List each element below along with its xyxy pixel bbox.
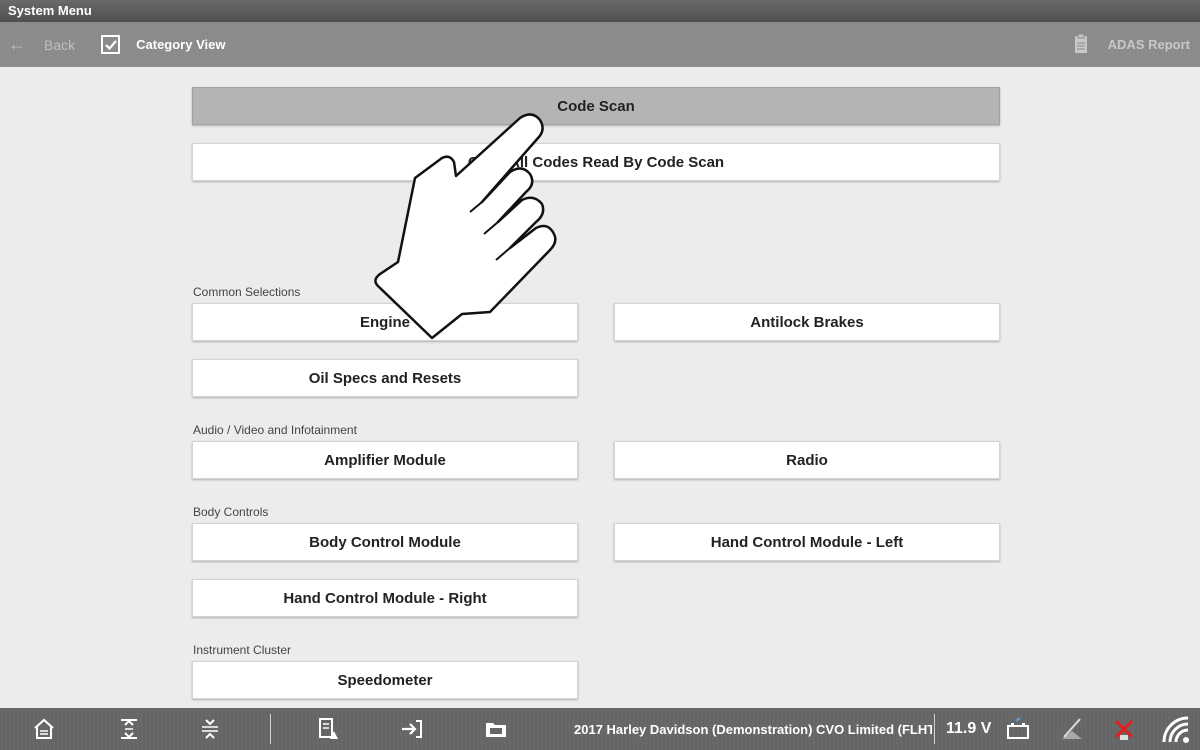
home-icon[interactable]: [32, 717, 56, 741]
adas-report-label: ADAS Report: [1107, 36, 1190, 52]
disconnect-icon[interactable]: [1112, 717, 1136, 741]
battery-icon: [1006, 717, 1030, 741]
speedometer-label: Speedometer: [337, 671, 433, 689]
section-label-audio: Audio / Video and Infotainment: [193, 423, 357, 437]
data-list-icon[interactable]: [316, 717, 340, 741]
engine-button[interactable]: Engine: [192, 303, 578, 341]
body-control-module-button[interactable]: Body Control Module: [192, 523, 578, 561]
body-control-module-label: Body Control Module: [309, 533, 461, 551]
vehicle-info: 2017 Harley Davidson (Demonstration) CVO…: [574, 722, 932, 737]
code-scan-button[interactable]: Code Scan: [192, 87, 1000, 125]
battery-voltage: 11.9 V: [946, 720, 992, 737]
collapse-all-icon[interactable]: [198, 717, 222, 741]
no-connection-icon: [1060, 717, 1084, 741]
clear-codes-label: Clear All Codes Read By Code Scan: [467, 153, 725, 171]
folder-icon[interactable]: [484, 717, 508, 741]
amplifier-module-label: Amplifier Module: [324, 451, 446, 469]
engine-label: Engine: [359, 313, 410, 331]
section-label-body: Body Controls: [193, 505, 269, 519]
hand-control-left-button[interactable]: Hand Control Module - Left: [614, 523, 1000, 561]
exit-icon[interactable]: [400, 717, 424, 741]
section-label-instrument: Instrument Cluster: [193, 643, 292, 657]
radio-button[interactable]: Radio: [614, 441, 1000, 479]
code-scan-label: Code Scan: [557, 97, 635, 115]
back-arrow-icon: ←: [8, 34, 26, 54]
toolbar: ← Back Category View ADAS Report: [0, 22, 1200, 67]
hand-control-right-label: Hand Control Module - Right: [283, 589, 487, 607]
toolbar-separator: [934, 714, 935, 744]
speedometer-button[interactable]: Speedometer: [192, 661, 578, 699]
category-view-toggle[interactable]: Category View: [101, 35, 225, 54]
report-document-icon: [1074, 34, 1087, 53]
radio-label: Radio: [786, 451, 828, 469]
clear-codes-button[interactable]: Clear All Codes Read By Code Scan: [192, 143, 1000, 181]
expand-all-icon[interactable]: [117, 717, 141, 741]
oil-specs-button[interactable]: Oil Specs and Resets: [192, 359, 578, 397]
bottom-bar: 2017 Harley Davidson (Demonstration) CVO…: [0, 708, 1200, 750]
window-title: System Menu: [8, 3, 92, 18]
amplifier-module-button[interactable]: Amplifier Module: [192, 441, 578, 479]
antilock-brakes-button[interactable]: Antilock Brakes: [614, 303, 1000, 341]
section-label-common: Common Selections: [193, 285, 301, 299]
hand-control-left-label: Hand Control Module - Left: [710, 533, 904, 551]
checkbox-checked-icon[interactable]: [101, 35, 121, 54]
back-label: Back: [44, 36, 76, 53]
category-view-label: Category View: [136, 37, 226, 52]
oil-specs-label: Oil Specs and Resets: [308, 369, 462, 387]
adas-report-button[interactable]: ADAS Report: [1074, 34, 1190, 54]
title-bar: System Menu: [0, 0, 1200, 22]
antilock-brakes-label: Antilock Brakes: [750, 313, 864, 331]
toolbar-separator: [270, 714, 271, 744]
back-button[interactable]: ← Back: [8, 34, 75, 55]
wireless-icon: [1160, 714, 1194, 744]
hand-control-right-button[interactable]: Hand Control Module - Right: [192, 579, 578, 617]
